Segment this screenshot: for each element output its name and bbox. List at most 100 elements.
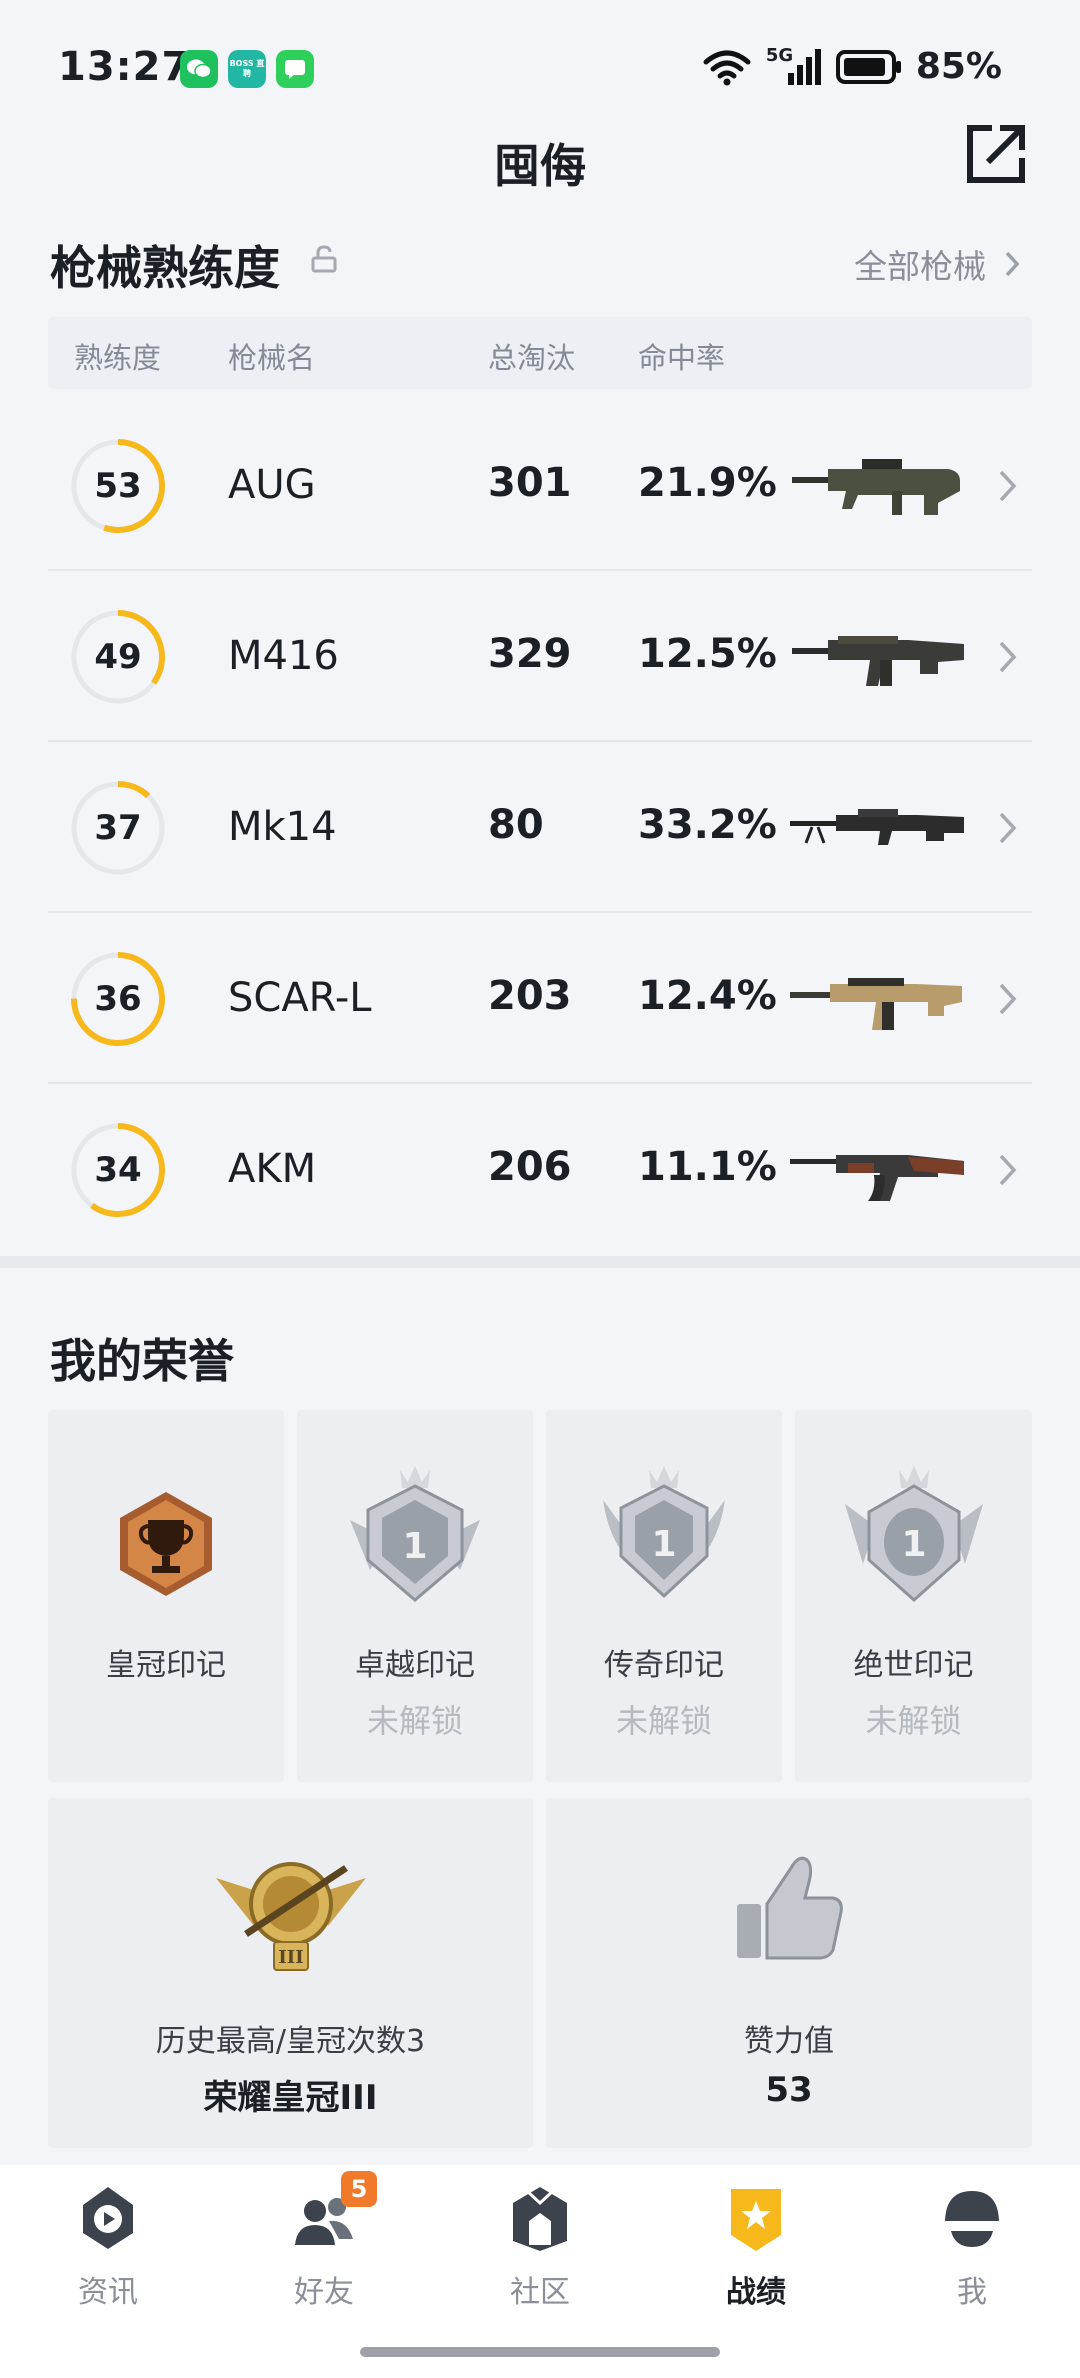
boss-zhipin-icon: BOSS 直聘 <box>228 50 266 88</box>
weapon-kills: 301 <box>488 460 572 506</box>
proficiency-level: 34 <box>94 1150 142 1190</box>
helmet-profile-icon <box>937 2183 1007 2253</box>
proficiency-level: 36 <box>94 979 142 1019</box>
akm-rifle-icon <box>790 1155 964 1201</box>
honor-highest-tier[interactable]: III 历史最高/皇冠次数3 荣耀皇冠III <box>48 1798 533 2148</box>
weapon-row[interactable]: 49 M416 329 12.5% <box>48 571 1032 742</box>
proficiency-level: 49 <box>94 637 142 677</box>
weapon-name: SCAR-L <box>228 975 372 1021</box>
likes-value: 53 <box>765 2070 813 2110</box>
honor-name: 皇冠印记 <box>106 1648 226 1683</box>
community-icon <box>505 2183 575 2253</box>
honor-name: 绝世印记 <box>853 1648 974 1683</box>
news-play-icon <box>73 2183 143 2253</box>
weapon-proficiency-title: 枪械熟练度 <box>50 241 280 295</box>
honor-status: 未解锁 <box>615 1702 712 1740</box>
highest-tier-value: 荣耀皇冠III <box>203 2078 378 2118</box>
section-divider <box>0 1256 1080 1268</box>
honor-name: 传奇印记 <box>604 1648 724 1683</box>
status-right: 5G 85% <box>702 45 1002 87</box>
nav-label: 社区 <box>510 2275 570 2310</box>
mark-numeral: 1 <box>901 1524 926 1565</box>
honor-legend-mark[interactable]: 1 传奇印记 未解锁 <box>546 1410 782 1782</box>
honor-name: 卓越印记 <box>355 1648 475 1683</box>
battery-percent: 85% <box>915 46 1002 87</box>
scar-l-rifle-icon <box>790 978 962 1030</box>
notification-app-icons: BOSS 直聘 <box>180 50 314 88</box>
chevron-right-icon <box>999 1154 1017 1186</box>
honor-unrivaled-mark[interactable]: 1 绝世印记 未解锁 <box>795 1410 1032 1782</box>
battery-icon <box>835 49 901 84</box>
friends-icon: 5 <box>289 2171 377 2253</box>
honor-excellence-mark[interactable]: 1 卓越印记 未解锁 <box>297 1410 533 1782</box>
highest-tier-label: 历史最高/皇冠次数3 <box>155 2024 426 2059</box>
weapon-row[interactable]: 34 AKM 206 11.1% <box>48 1084 1032 1255</box>
weapon-row[interactable]: 53 AUG 301 21.9% <box>48 400 1032 571</box>
all-weapons-label: 全部枪械 <box>854 247 986 286</box>
tier-numeral: III <box>278 1947 303 1968</box>
weapon-kills: 203 <box>488 973 572 1019</box>
proficiency-level: 53 <box>94 466 142 506</box>
nav-label: 好友 <box>294 2275 354 2310</box>
chevron-right-icon <box>999 470 1017 502</box>
all-weapons-link[interactable]: 全部枪械 <box>854 240 1020 288</box>
silver-badge-icon: 1 <box>350 1466 480 1602</box>
nav-me[interactable]: 我 <box>864 2183 1080 2311</box>
nav-friends[interactable]: 5 好友 <box>216 2171 432 2311</box>
record-medal-icon <box>721 2183 791 2253</box>
col-proficiency: 熟练度 <box>74 341 162 375</box>
weapon-accuracy: 12.4% <box>638 973 777 1019</box>
m416-rifle-icon <box>792 636 964 686</box>
chevron-right-icon <box>999 983 1017 1015</box>
nav-community[interactable]: 社区 <box>432 2183 648 2311</box>
honor-status: 未解锁 <box>865 1702 962 1740</box>
proficiency-ring: 49 <box>70 609 166 705</box>
nav-records[interactable]: 战绩 <box>648 2183 864 2311</box>
status-time: 13:27 <box>58 44 191 90</box>
col-weapon-name: 枪械名 <box>228 341 316 375</box>
likes-label: 赞力值 <box>744 2024 834 2059</box>
wifi-icon <box>703 50 751 85</box>
share-icon[interactable] <box>964 122 1028 186</box>
glory-crown-tier-icon: III <box>215 1862 366 1971</box>
nav-label: 我 <box>957 2275 987 2310</box>
chevron-right-icon <box>999 641 1017 673</box>
mark-numeral: 1 <box>402 1526 427 1567</box>
weapon-row[interactable]: 37 Mk14 80 33.2% <box>48 742 1032 913</box>
proficiency-ring: 36 <box>70 951 166 1047</box>
nav-news[interactable]: 资讯 <box>0 2183 216 2311</box>
honor-likes[interactable]: 赞力值 53 <box>546 1798 1032 2148</box>
unlock-icon[interactable] <box>310 245 338 273</box>
weapon-kills: 80 <box>488 802 544 848</box>
proficiency-level: 37 <box>94 808 142 848</box>
honor-crown-mark[interactable]: 皇冠印记 <box>48 1410 284 1782</box>
silver-badge-icon: 1 <box>603 1466 725 1599</box>
weapon-row[interactable]: 36 SCAR-L 203 12.4% <box>48 913 1032 1084</box>
weapon-accuracy: 33.2% <box>638 802 777 848</box>
silver-badge-icon: 1 <box>844 1466 983 1603</box>
home-indicator[interactable] <box>360 2347 720 2357</box>
weapon-list: 53 AUG 301 21.9% 49 M416 329 12.5% 37 Mk… <box>48 400 1032 1255</box>
weapon-kills: 329 <box>488 631 572 677</box>
col-total-kills: 总淘汰 <box>488 341 576 375</box>
weapon-kills: 206 <box>488 1144 572 1190</box>
weapon-name: AKM <box>228 1146 317 1192</box>
weapon-name: Mk14 <box>228 804 337 850</box>
proficiency-ring: 37 <box>70 780 166 876</box>
col-accuracy: 命中率 <box>638 341 726 375</box>
crown-mark-trophy-icon <box>120 1492 212 1596</box>
boss-app-label: BOSS 直聘 <box>229 59 265 78</box>
status-bar: 13:27 BOSS 直聘 5G 85% <box>0 0 1080 130</box>
message-icon <box>276 50 314 88</box>
weapon-name: AUG <box>228 462 316 508</box>
cell-signal-icon: 5G <box>766 45 822 87</box>
proficiency-ring: 34 <box>70 1122 166 1218</box>
friends-badge: 5 <box>341 2171 377 2207</box>
weapon-table-header: 熟练度 枪械名 总淘汰 命中率 <box>48 317 1032 389</box>
thumbs-up-icon <box>737 1856 843 1960</box>
proficiency-ring: 53 <box>70 438 166 534</box>
weapon-name: M416 <box>228 633 339 679</box>
mk14-rifle-icon <box>790 809 964 845</box>
page-title: 囤侮 <box>494 139 586 193</box>
my-honors-title: 我的荣誉 <box>50 1334 234 1388</box>
